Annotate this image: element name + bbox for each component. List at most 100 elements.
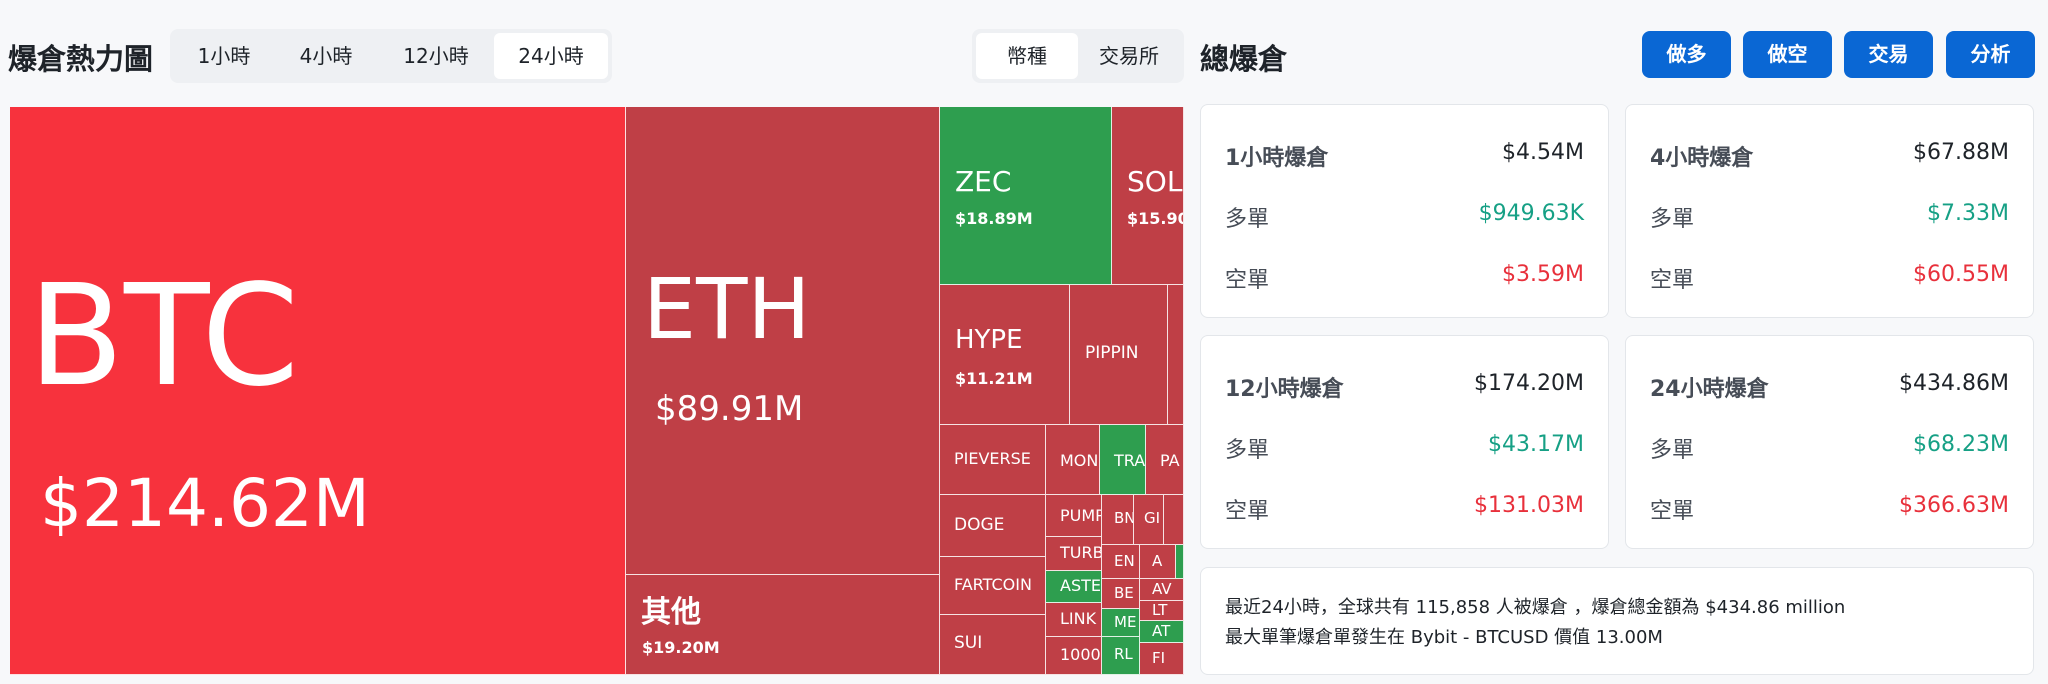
tile-value: $11.21M — [955, 369, 1033, 388]
long-label: 多單 — [1225, 438, 1270, 463]
tile-value: $19.20M — [642, 638, 720, 657]
tile-symbol: DOGE — [954, 515, 1005, 535]
tile-small[interactable] — [1176, 545, 1184, 579]
tab-1h[interactable]: 1小時 — [174, 33, 274, 79]
tile-symbol: PA — [1160, 451, 1180, 470]
analysis-button[interactable]: 分析 — [1946, 31, 2035, 78]
short-button[interactable]: 做空 — [1743, 31, 1832, 78]
summary-line-1: 最近24小時，全球共有 115,858 人被爆倉 ，爆倉總金額為 $434.86… — [1225, 597, 1846, 618]
tile-symbol: TRA — [1114, 451, 1146, 470]
tile-rl[interactable]: RL — [1102, 637, 1140, 675]
tab-4h[interactable]: 4小時 — [274, 33, 378, 79]
tile-symbol: PIEVERSE — [954, 449, 1031, 468]
time-range-tabs: 1小時 4小時 12小時 24小時 — [170, 29, 612, 83]
tile-symbol: MON — [1060, 451, 1099, 470]
tile-bn[interactable]: BN — [1102, 495, 1134, 545]
short-label: 空單 — [1225, 268, 1270, 293]
tile-symbol: SOL — [1127, 165, 1183, 198]
tile-tra[interactable]: TRA — [1100, 425, 1146, 495]
tile-turbo[interactable]: TURB — [1046, 537, 1102, 571]
tile-pieverse[interactable]: PIEVERSE — [940, 425, 1046, 495]
tile-symbol: A — [1152, 552, 1163, 570]
tile-symbol: AV — [1152, 580, 1172, 598]
card-total: $67.88M — [1913, 140, 2009, 165]
tile-hype[interactable]: HYPE $11.21M — [940, 285, 1070, 425]
tile-a[interactable]: A — [1140, 545, 1176, 579]
tab-exchange[interactable]: 交易所 — [1078, 33, 1180, 79]
tile-symbol: RL — [1114, 645, 1133, 663]
tile-pump[interactable]: PUMP — [1046, 495, 1102, 537]
tile-pa[interactable]: PA — [1146, 425, 1184, 495]
long-label: 多單 — [1225, 207, 1270, 232]
short-label: 空單 — [1650, 499, 1695, 524]
tile-eth[interactable]: ETH $89.91M — [626, 107, 940, 575]
tile-symbol: FI — [1152, 649, 1166, 667]
tile-symbol: BN — [1114, 509, 1134, 527]
tile-av[interactable]: AV — [1140, 579, 1184, 601]
tab-coin[interactable]: 幣種 — [976, 33, 1078, 79]
liquidation-heatmap: BTC $214.62M ETH $89.91M 其他 $19.20M ZEC … — [10, 107, 1184, 675]
short-value: $366.63M — [1899, 493, 2009, 518]
card-title: 24小時爆倉 — [1650, 377, 1769, 402]
tab-12h[interactable]: 12小時 — [378, 33, 494, 79]
long-value: $43.17M — [1488, 432, 1584, 457]
tile-symbol: ASTE — [1060, 576, 1101, 595]
tile-me[interactable]: ME — [1102, 609, 1140, 637]
tile-symbol: PUMP — [1060, 506, 1102, 525]
tile-symbol: BTC — [28, 255, 300, 418]
tile-lt[interactable]: LT — [1140, 601, 1184, 621]
tile-value: $214.62M — [40, 465, 370, 542]
tile-sol[interactable]: SOL $15.90M — [1112, 107, 1184, 285]
tile-symbol: ME — [1114, 613, 1137, 631]
tile-aster[interactable]: ASTE — [1046, 571, 1102, 603]
tile-symbol: LINK — [1060, 609, 1097, 628]
tile-symbol: ZEC — [955, 165, 1012, 198]
card-title: 1小時爆倉 — [1225, 146, 1329, 171]
group-by-tabs: 幣種 交易所 — [972, 29, 1184, 83]
card-total: $434.86M — [1899, 371, 2009, 396]
tile-sui[interactable]: SUI — [940, 615, 1046, 675]
tile-en[interactable]: EN — [1102, 545, 1140, 579]
short-value: $131.03M — [1474, 493, 1584, 518]
tile-symbol: AT — [1152, 622, 1171, 640]
tile-be[interactable]: BE — [1102, 579, 1140, 609]
tile-value: $15.90M — [1127, 209, 1183, 228]
tile-mon[interactable]: MON — [1046, 425, 1100, 495]
tile-link[interactable]: LINK — [1046, 603, 1102, 637]
tile-symbol: PIPPIN — [1085, 343, 1139, 363]
tile-symbol: HYPE — [955, 325, 1023, 355]
tile-doge[interactable]: DOGE — [940, 495, 1046, 557]
tile-gi[interactable]: GI — [1134, 495, 1164, 545]
tile-fartcoin[interactable]: FARTCOIN — [940, 557, 1046, 615]
short-value: $60.55M — [1913, 262, 2009, 287]
long-value: $949.63K — [1478, 201, 1584, 226]
tile-symbol: BE — [1114, 584, 1134, 602]
tile-small[interactable] — [1168, 285, 1184, 425]
card-1h: 1小時爆倉 $4.54M 多單 $949.63K 空單 $3.59M — [1200, 104, 1609, 318]
summary-line-2: 最大單筆爆倉單發生在 Bybit - BTCUSD 價值 13.00M — [1225, 627, 1663, 648]
card-12h: 12小時爆倉 $174.20M 多單 $43.17M 空單 $131.03M — [1200, 335, 1609, 549]
long-button[interactable]: 做多 — [1642, 31, 1731, 78]
card-4h: 4小時爆倉 $67.88M 多單 $7.33M 空單 $60.55M — [1625, 104, 2034, 318]
tile-symbol: TURB — [1060, 543, 1102, 562]
tile-small[interactable] — [1164, 495, 1184, 545]
tile-value: $89.91M — [655, 389, 804, 429]
card-total: $174.20M — [1474, 371, 1584, 396]
tile-symbol: LT — [1152, 601, 1168, 619]
total-liquidation-title: 總爆倉 — [1200, 42, 1288, 76]
tile-btc[interactable]: BTC $214.62M — [10, 107, 626, 675]
tile-1000[interactable]: 1000 — [1046, 637, 1102, 675]
tile-fi[interactable]: FI — [1140, 643, 1184, 675]
tile-pippin[interactable]: PIPPIN — [1070, 285, 1168, 425]
tab-24h[interactable]: 24小時 — [494, 33, 608, 79]
tile-zec[interactable]: ZEC $18.89M — [940, 107, 1112, 285]
card-24h: 24小時爆倉 $434.86M 多單 $68.23M 空單 $366.63M — [1625, 335, 2034, 549]
trade-button[interactable]: 交易 — [1844, 31, 1933, 78]
tile-at[interactable]: AT — [1140, 621, 1184, 643]
tile-symbol: ETH — [643, 260, 811, 358]
tile-symbol: 其他 — [641, 595, 701, 630]
tile-others[interactable]: 其他 $19.20M — [626, 575, 940, 675]
long-label: 多單 — [1650, 438, 1695, 463]
long-value: $68.23M — [1913, 432, 2009, 457]
short-label: 空單 — [1650, 268, 1695, 293]
